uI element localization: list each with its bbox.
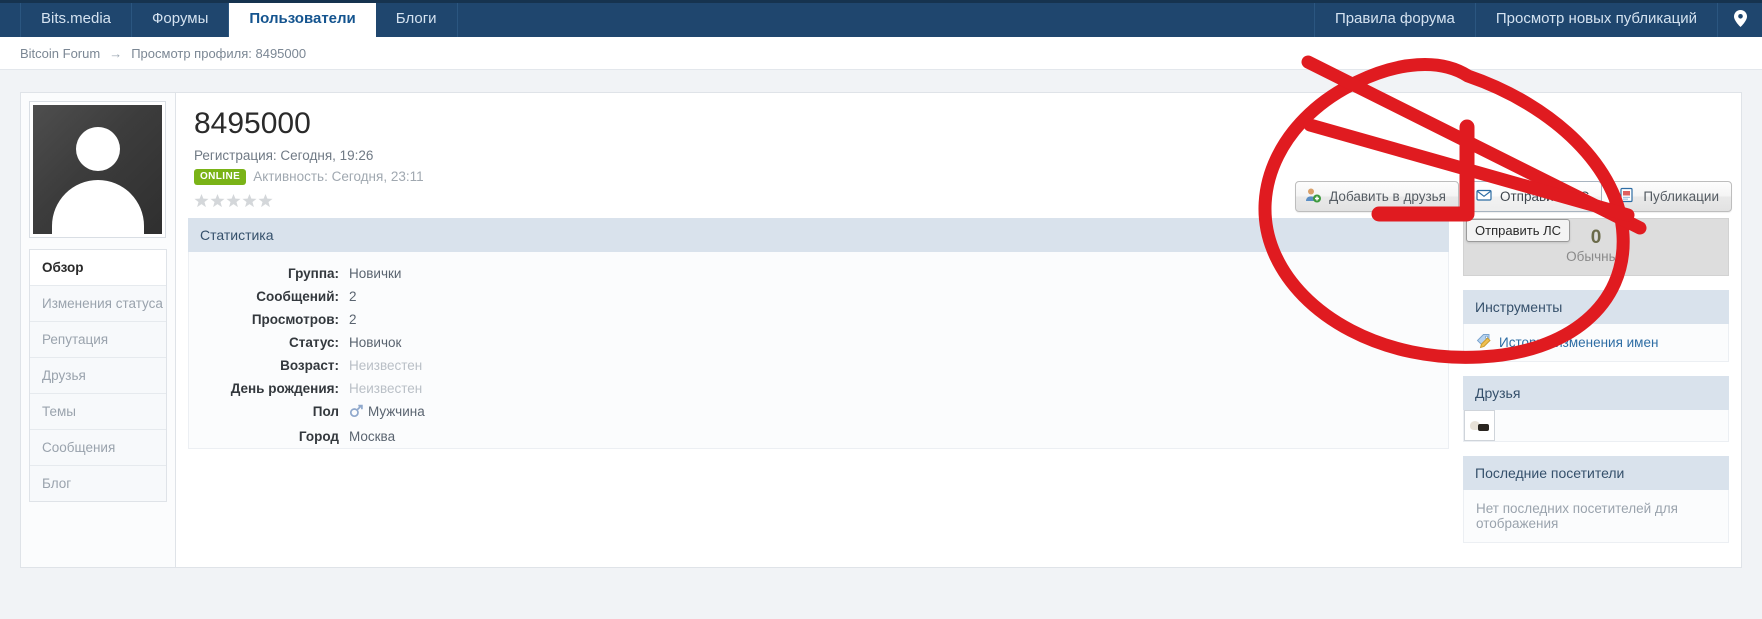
table-row: День рождения: Неизвестен bbox=[189, 377, 1448, 400]
add-friend-button[interactable]: Добавить в друзья bbox=[1295, 181, 1459, 212]
recent-visitors-panel-title: Последние посетители bbox=[1463, 456, 1729, 491]
breadcrumb-separator-icon: → bbox=[109, 45, 123, 61]
stat-label: Возраст: bbox=[280, 357, 339, 373]
stat-label: Сообщений: bbox=[256, 288, 339, 304]
profile-main-column: 8495000 Регистрация: Сегодня, 19:26 ONLI… bbox=[175, 92, 1742, 569]
navbar-left-group: Bits.media Форумы Пользователи Блоги bbox=[20, 0, 458, 37]
stat-value: 2 bbox=[349, 288, 357, 304]
stat-value: 2 bbox=[349, 311, 357, 327]
statistics-panel-body: Группа: Новички Сообщений: 2 Просмотров:… bbox=[188, 251, 1449, 449]
friend-avatar[interactable] bbox=[1464, 410, 1495, 442]
send-pm-label: Отправить ЛС bbox=[1500, 189, 1590, 204]
stat-value: Москва bbox=[349, 428, 396, 444]
sidebar-item-status-changes[interactable]: Изменения статуса bbox=[30, 286, 166, 322]
stat-label: Группа: bbox=[287, 265, 339, 281]
sidebar-item-messages[interactable]: Сообщения bbox=[30, 430, 166, 466]
page-inner: Обзор Изменения статуса Репутация Друзья… bbox=[20, 70, 1742, 569]
table-row: Пол Мужчина bbox=[189, 400, 1448, 425]
profile-action-bar: Добавить в друзья Отправить ЛС Публикаци… bbox=[1295, 181, 1732, 212]
tools-panel-title: Инструменты bbox=[1463, 290, 1729, 325]
breadcrumb-root-link[interactable]: Bitcoin Forum bbox=[20, 46, 100, 61]
sidebar-item-overview[interactable]: Обзор bbox=[30, 250, 166, 286]
send-pm-tooltip: Отправить ЛС bbox=[1466, 219, 1570, 242]
page-title: 8495000 bbox=[194, 107, 311, 140]
add-friend-label: Добавить в друзья bbox=[1329, 189, 1446, 204]
stat-value: Новички bbox=[349, 265, 402, 281]
top-navbar: Bits.media Форумы Пользователи Блоги Пра… bbox=[0, 0, 1762, 37]
nav-item-blogs[interactable]: Блоги bbox=[376, 0, 458, 37]
star-icon[interactable] bbox=[258, 193, 273, 208]
star-icon[interactable] bbox=[210, 193, 225, 208]
reputation-label: Обычный bbox=[1566, 249, 1626, 265]
star-icon[interactable] bbox=[194, 193, 209, 208]
nav-item-forum-rules[interactable]: Правила форума bbox=[1313, 0, 1475, 37]
document-icon bbox=[1619, 187, 1635, 206]
table-row: Просмотров: 2 bbox=[189, 308, 1448, 331]
table-row: Город Москва bbox=[189, 425, 1448, 448]
avatar[interactable] bbox=[29, 101, 166, 238]
status-badge: ONLINE bbox=[194, 168, 247, 185]
tag-pencil-icon bbox=[1476, 333, 1492, 352]
profile-left-column: Обзор Изменения статуса Репутация Друзья… bbox=[20, 92, 175, 569]
stat-label: Просмотров: bbox=[251, 311, 339, 327]
sidebar-item-friends[interactable]: Друзья bbox=[30, 358, 166, 394]
star-icon[interactable] bbox=[226, 193, 241, 208]
registration-date: Регистрация: Сегодня, 19:26 bbox=[194, 147, 374, 163]
tools-panel-body: История изменения имен bbox=[1463, 324, 1729, 363]
avatar-image bbox=[33, 105, 162, 234]
nav-item-forums[interactable]: Форумы bbox=[132, 0, 230, 37]
recent-visitors-panel: Последние посетители Нет последних посет… bbox=[1463, 456, 1729, 544]
posts-button[interactable]: Публикации bbox=[1609, 181, 1732, 212]
star-icon[interactable] bbox=[242, 193, 257, 208]
tools-panel: Инструменты История изменения имен bbox=[1463, 290, 1729, 363]
sidebar-item-blog[interactable]: Блог bbox=[30, 466, 166, 501]
statistics-panel-title: Статистика bbox=[188, 217, 1449, 252]
stat-value-gender: Мужчина bbox=[349, 400, 1448, 425]
stat-label: Пол bbox=[312, 403, 339, 419]
male-gender-icon bbox=[349, 404, 363, 421]
table-row: Сообщений: 2 bbox=[189, 285, 1448, 308]
stat-value: Неизвестен bbox=[349, 380, 423, 396]
friends-panel: Друзья bbox=[1463, 376, 1729, 443]
recent-visitors-empty-text: Нет последних посетителей для отображени… bbox=[1476, 501, 1678, 532]
recent-visitors-panel-body: Нет последних посетителей для отображени… bbox=[1463, 490, 1729, 544]
breadcrumb: Bitcoin Forum → Просмотр профиля: 849500… bbox=[0, 37, 1762, 70]
name-change-history-link[interactable]: История изменения имен bbox=[1499, 335, 1658, 350]
gender-value: Мужчина bbox=[368, 403, 425, 419]
nav-item-users[interactable]: Пользователи bbox=[229, 0, 376, 37]
breadcrumb-current: Просмотр профиля: 8495000 bbox=[131, 45, 307, 61]
nav-item-bits-media[interactable]: Bits.media bbox=[20, 0, 133, 37]
stat-label: Город bbox=[298, 428, 339, 444]
send-pm-button[interactable]: Отправить ЛС bbox=[1466, 181, 1603, 212]
stat-value: Неизвестен bbox=[349, 357, 423, 373]
nav-item-view-new-posts[interactable]: Просмотр новых публикаций bbox=[1474, 0, 1717, 37]
page-right-gutter bbox=[1742, 70, 1762, 619]
table-row: Статус: Новичок bbox=[189, 331, 1448, 354]
list-item[interactable]: История изменения имен bbox=[1464, 324, 1728, 361]
location-pin-icon[interactable] bbox=[1717, 0, 1762, 37]
posts-label: Публикации bbox=[1643, 189, 1719, 204]
sidebar-item-reputation[interactable]: Репутация bbox=[30, 322, 166, 358]
friends-panel-body bbox=[1463, 410, 1729, 443]
friends-panel-title: Друзья bbox=[1463, 376, 1729, 411]
page-body: Обзор Изменения статуса Репутация Друзья… bbox=[0, 70, 1762, 619]
last-activity: Активность: Сегодня, 23:11 bbox=[253, 169, 424, 184]
sidebar-item-topics[interactable]: Темы bbox=[30, 394, 166, 430]
add-user-icon bbox=[1305, 187, 1322, 206]
profile-side-column: 0 Обычный Инструменты История изменения … bbox=[1463, 217, 1729, 558]
profile-tab-list: Обзор Изменения статуса Репутация Друзья… bbox=[29, 249, 167, 502]
stat-label: Статус: bbox=[289, 334, 339, 350]
table-row: Возраст: Неизвестен bbox=[189, 354, 1448, 377]
stat-label: День рождения: bbox=[230, 380, 339, 396]
statistics-table: Группа: Новички Сообщений: 2 Просмотров:… bbox=[189, 252, 1448, 448]
stat-value: Новичок bbox=[349, 334, 402, 350]
profile-content: Статистика Группа: Новички Сообщений: 2 … bbox=[176, 217, 1741, 558]
envelope-icon bbox=[1476, 187, 1492, 206]
table-row: Группа: Новички bbox=[189, 252, 1448, 285]
statistics-panel: Статистика Группа: Новички Сообщений: 2 … bbox=[188, 217, 1449, 449]
navbar-right-group: Правила форума Просмотр новых публикаций bbox=[1313, 0, 1762, 37]
